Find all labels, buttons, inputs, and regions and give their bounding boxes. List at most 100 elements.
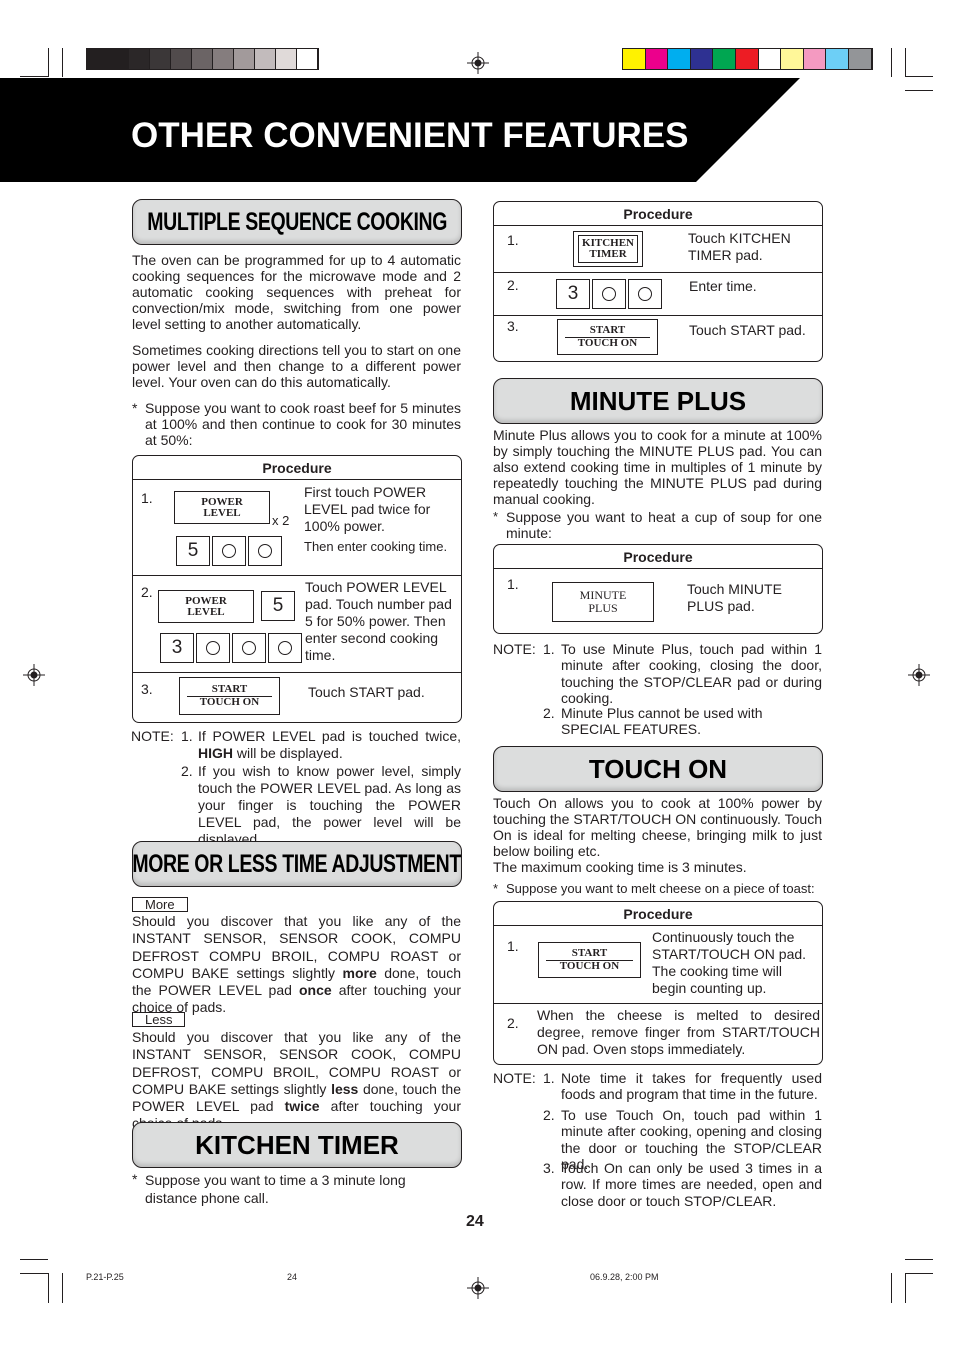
step-text: Then enter cooking time. bbox=[304, 539, 448, 554]
step-text: Touch KITCHEN TIMER pad. bbox=[688, 230, 791, 263]
section-heading-text: KITCHEN TIMER bbox=[195, 1129, 399, 1160]
step-number: 2. bbox=[141, 584, 153, 600]
crop-mark bbox=[905, 1259, 933, 1260]
color-swatch bbox=[690, 49, 714, 69]
bullet-symbol: * bbox=[132, 400, 138, 416]
bullet-text: Suppose you want to melt cheese on a pie… bbox=[506, 881, 815, 896]
pad-label: TOUCH ON bbox=[559, 960, 620, 972]
section-heading-text: MULTIPLE SEQUENCE COOKING bbox=[147, 207, 447, 236]
procedure-box: Procedure 1. MINUTE PLUS Touch MINUTE PL… bbox=[493, 544, 823, 634]
number-pad-group: 3 bbox=[160, 633, 304, 663]
gray-swatch bbox=[108, 49, 129, 69]
start-touch-on-pad[interactable]: START TOUCH ON bbox=[179, 677, 280, 715]
number-pad-0[interactable] bbox=[268, 633, 302, 663]
crop-mark bbox=[20, 1259, 48, 1260]
number-pad-5[interactable]: 5 bbox=[176, 536, 210, 566]
number-pad-0[interactable] bbox=[248, 536, 282, 566]
less-paragraph: Should you discover that you like any of… bbox=[132, 1029, 461, 1133]
paragraph: The oven can be programmed for up to 4 a… bbox=[132, 252, 461, 332]
pad-label: POWER bbox=[201, 495, 243, 508]
text-bold: twice bbox=[284, 1098, 320, 1115]
more-paragraph: Should you discover that you like any of… bbox=[132, 913, 461, 1017]
start-touch-on-pad[interactable]: START TOUCH ON bbox=[557, 319, 658, 355]
crop-mark bbox=[48, 48, 49, 77]
zero-circle-icon bbox=[242, 641, 256, 655]
crop-mark bbox=[905, 48, 906, 77]
step-number: 2. bbox=[507, 277, 519, 293]
page-title: OTHER CONVENIENT FEATURES bbox=[131, 116, 689, 155]
bullet-text: Suppose you want to heat a cup of soup f… bbox=[506, 509, 822, 541]
note-number: 1. bbox=[543, 1070, 555, 1086]
step-text: Touch START pad. bbox=[689, 322, 806, 338]
number-pad-0[interactable] bbox=[212, 536, 246, 566]
bullet-text: Suppose you want to cook roast beef for … bbox=[145, 400, 461, 448]
step-text: Touch MINUTE PLUS pad. bbox=[687, 581, 782, 614]
number-pad-group: 3 bbox=[556, 279, 664, 309]
footer-timestamp: 06.9.28, 2:00 PM bbox=[590, 1272, 659, 1282]
gray-swatch bbox=[150, 49, 171, 69]
procedure-step: 3. START TOUCH ON Touch START pad. bbox=[494, 316, 822, 362]
text-bold: once bbox=[298, 982, 332, 999]
gray-swatch bbox=[87, 49, 108, 69]
crop-mark bbox=[62, 48, 63, 77]
crop-mark bbox=[905, 1273, 933, 1274]
power-level-pad[interactable]: POWER LEVEL bbox=[158, 590, 254, 623]
step-text: Touch POWER LEVEL pad. Touch number pad … bbox=[305, 579, 452, 663]
step-text: Continuously touch the START/TOUCH ON pa… bbox=[652, 929, 807, 996]
number-pad-0[interactable] bbox=[628, 279, 662, 309]
number-pad-5[interactable]: 5 bbox=[261, 591, 295, 621]
number-pad-0[interactable] bbox=[196, 633, 230, 663]
procedure-header: Procedure bbox=[133, 456, 461, 480]
paragraph: Touch On allows you to cook at 100% powe… bbox=[493, 795, 822, 859]
gray-swatch bbox=[255, 49, 276, 69]
color-swatch bbox=[645, 49, 669, 69]
note-number: 1. bbox=[543, 641, 555, 657]
color-swatch bbox=[713, 49, 736, 69]
color-swatch bbox=[623, 49, 646, 69]
bullet-symbol: * bbox=[493, 509, 499, 524]
note-text: If POWER LEVEL pad is touched twice, HIG… bbox=[198, 728, 461, 762]
start-touch-on-pad[interactable]: START TOUCH ON bbox=[538, 942, 641, 978]
note-number: 3. bbox=[543, 1160, 555, 1176]
procedure-box: Procedure 1. START TOUCH ON Continuously… bbox=[493, 901, 823, 1065]
registration-crosshair-icon bbox=[908, 664, 930, 686]
section-heading-text: TOUCH ON bbox=[588, 753, 728, 784]
registration-crosshair-icon bbox=[23, 664, 45, 686]
section-heading-touch-on: TOUCH ON bbox=[493, 746, 823, 792]
crop-mark bbox=[905, 1273, 906, 1303]
section-heading-text: MORE OR LESS TIME ADJUSTMENT bbox=[132, 849, 462, 878]
footer-file-ref: P.21-P.25 bbox=[86, 1272, 124, 1282]
text-bold: less bbox=[331, 1080, 359, 1097]
number-pad-0[interactable] bbox=[592, 279, 626, 309]
crop-mark bbox=[891, 1273, 892, 1303]
minute-plus-pad[interactable]: MINUTE PLUS bbox=[552, 582, 654, 622]
zero-circle-icon bbox=[638, 287, 652, 301]
paragraph: Minute Plus allows you to cook for a min… bbox=[493, 427, 822, 507]
number-pad-0[interactable] bbox=[232, 633, 266, 663]
power-level-pad[interactable]: POWER LEVEL bbox=[174, 491, 270, 524]
color-swatch bbox=[668, 49, 691, 69]
procedure-step: 1. MINUTE PLUS Touch MINUTE PLUS pad. bbox=[494, 569, 822, 631]
number-pad-3[interactable]: 3 bbox=[556, 279, 590, 309]
section-heading-text: MINUTE PLUS bbox=[569, 385, 747, 416]
step-number: 2. bbox=[507, 1015, 519, 1031]
note-text: To use Minute Plus, touch pad within 1 m… bbox=[561, 641, 822, 706]
number-pad-3[interactable]: 3 bbox=[160, 633, 194, 663]
registration-crosshair-icon bbox=[467, 1277, 489, 1299]
pad-label: LEVEL bbox=[187, 605, 225, 618]
color-swatch bbox=[803, 49, 827, 69]
note-text: Note time it takes for frequently used f… bbox=[561, 1070, 822, 1103]
kitchen-timer-pad[interactable]: KITCHEN TIMER bbox=[573, 231, 643, 267]
step-number: 1. bbox=[507, 576, 519, 592]
note-number: 2. bbox=[543, 705, 555, 721]
note-label: NOTE: bbox=[493, 641, 536, 657]
crop-mark bbox=[891, 48, 892, 77]
pad-label: TOUCH ON bbox=[199, 696, 260, 708]
more-tag: More bbox=[132, 897, 188, 912]
gray-swatch bbox=[234, 49, 255, 69]
footer-page-ref: 24 bbox=[287, 1272, 298, 1282]
pad-label: PLUS bbox=[588, 601, 618, 615]
note-text: Minute Plus cannot be used with SPECIAL … bbox=[561, 705, 763, 738]
procedure-step: 2. When the cheese is melted to desired … bbox=[494, 1004, 822, 1064]
paragraph: The maximum cooking time is 3 minutes. bbox=[493, 859, 747, 875]
